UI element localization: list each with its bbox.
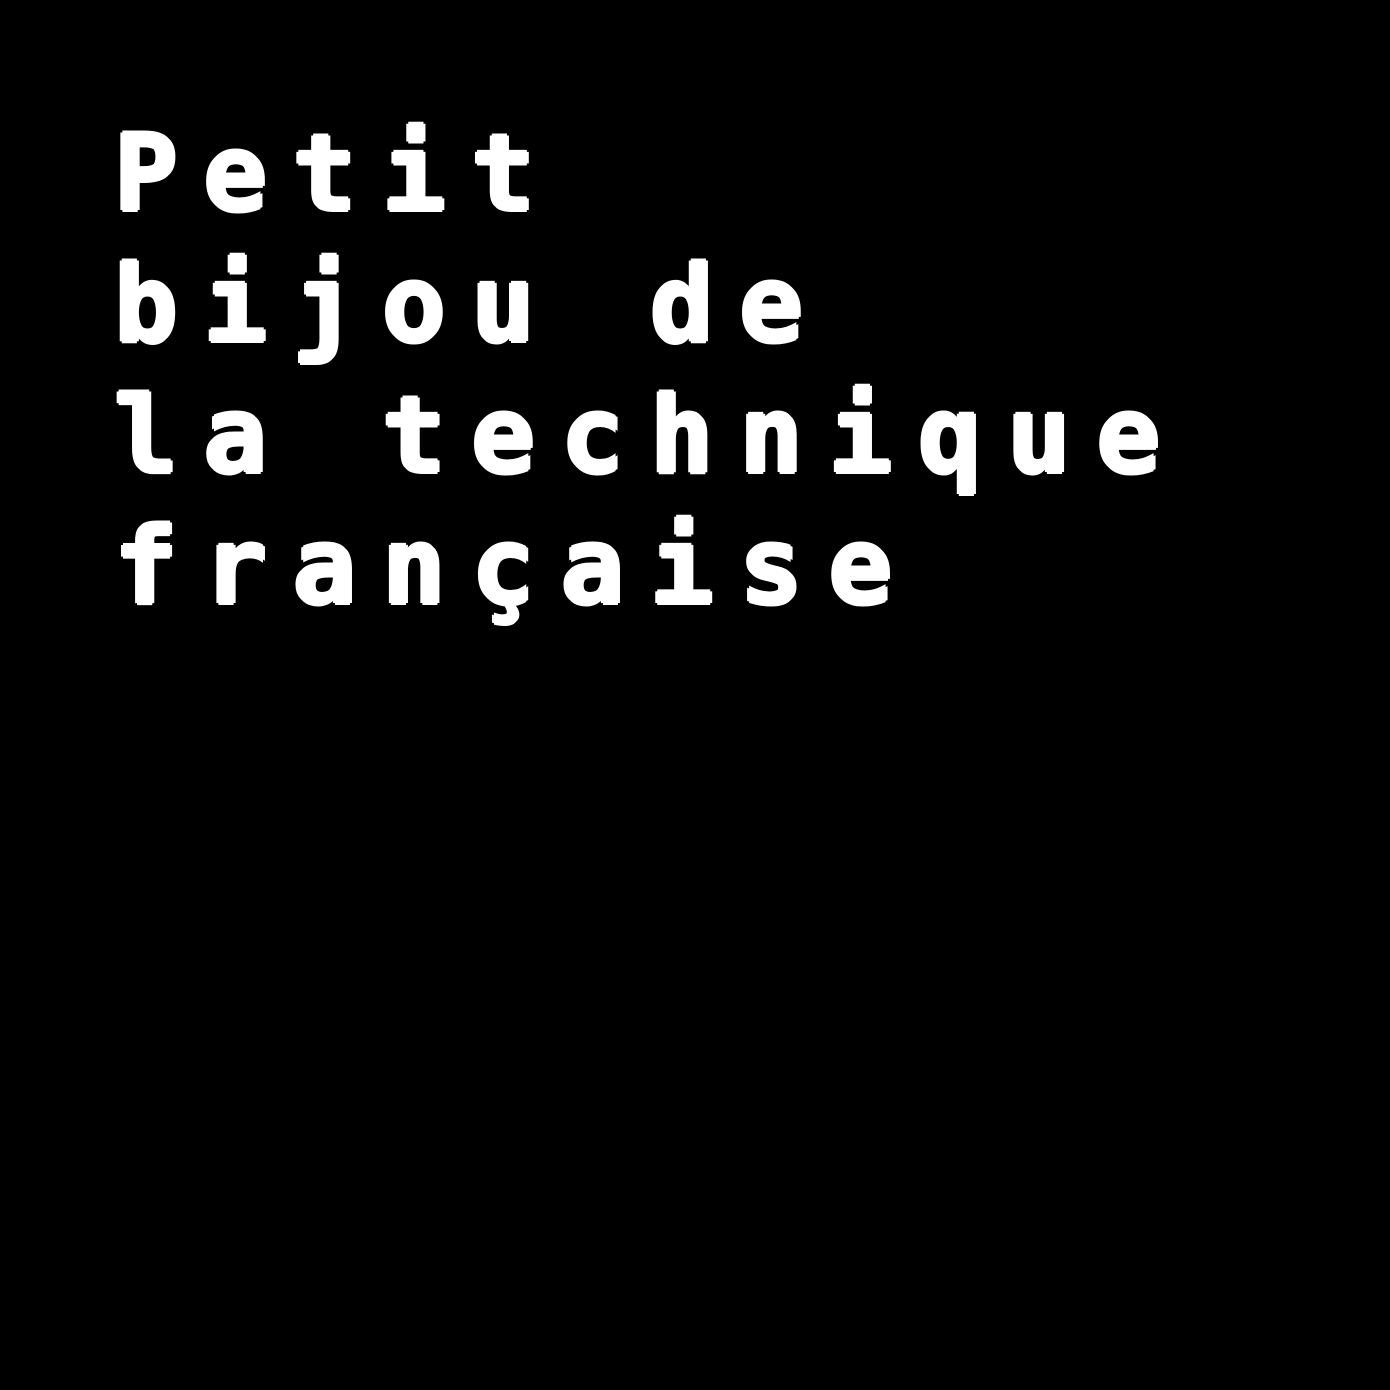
title-line-3: la technique <box>114 374 1186 497</box>
title-text-block: Petit bijou de la technique française <box>114 108 1294 632</box>
screen: Petit bijou de la technique française <box>0 0 1390 1390</box>
title-line-2: bijou de <box>114 243 829 366</box>
title-line-1: Petit <box>114 112 561 235</box>
title-line-4: française <box>114 505 918 628</box>
